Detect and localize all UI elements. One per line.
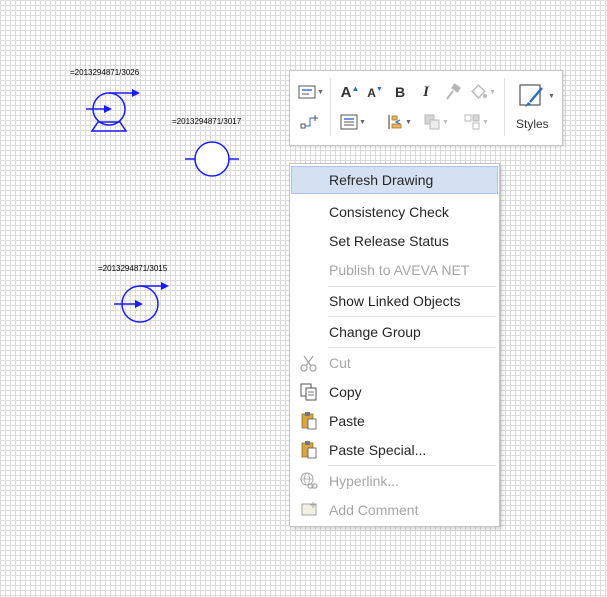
menu-item-set-release-status[interactable]: Set Release Status <box>291 227 498 255</box>
chevron-down-icon: ▼ <box>359 118 366 126</box>
chevron-down-icon: ▼ <box>405 118 412 126</box>
align-button[interactable]: ▼ <box>336 111 370 133</box>
format-painter-button[interactable] <box>442 81 464 103</box>
send-backward-button[interactable]: ▼ <box>458 111 494 133</box>
menu-item-cut[interactable]: Cut <box>291 349 498 377</box>
comment-icon <box>301 502 317 516</box>
valve-tag-label: =2013294871/3017 <box>172 117 242 126</box>
chevron-down-icon: ▼ <box>442 118 449 126</box>
chevron-down-icon: ▼ <box>489 88 496 96</box>
pump-symbol[interactable] <box>82 84 142 134</box>
text-box-button[interactable]: ▼ <box>296 81 326 103</box>
text-box-icon <box>298 85 316 99</box>
chevron-down-icon: ▼ <box>548 92 555 100</box>
menu-item-publish-aveva-net[interactable]: Publish to AVEVA NET <box>291 256 498 284</box>
menu-item-paste-special[interactable]: Paste Special... <box>291 436 498 464</box>
pump-tag-label: =2013294871/3026 <box>70 68 140 77</box>
mini-toolbar: ▼ A ▲ A ▼ B I ▼ ▼ ▼ ▼ ▼ ▼ Styles <box>289 70 563 146</box>
fan-symbol[interactable] <box>110 280 172 326</box>
paste-special-icon <box>301 441 317 459</box>
position-button[interactable]: ▼ <box>382 111 416 133</box>
chevron-down-icon: ▼ <box>482 118 489 126</box>
send-backward-icon <box>464 114 480 130</box>
bring-forward-button[interactable]: ▼ <box>420 111 452 133</box>
fan-tag-label: =2013294871/3015 <box>98 264 168 273</box>
styles-button[interactable]: ▼ <box>516 79 556 113</box>
valve-symbol[interactable] <box>183 140 243 178</box>
styles-label: Styles <box>516 117 549 131</box>
shape-fill-button[interactable]: ▼ <box>468 81 498 103</box>
connector-button[interactable] <box>296 111 322 133</box>
format-painter-icon <box>446 83 461 100</box>
grow-font-button[interactable]: A ▲ <box>338 81 362 103</box>
connector-icon <box>300 115 318 129</box>
paste-icon <box>301 412 317 430</box>
chevron-down-icon: ▼ <box>317 88 324 96</box>
menu-item-change-group[interactable]: Change Group <box>291 318 498 346</box>
italic-icon: I <box>423 83 429 100</box>
menu-item-consistency-check[interactable]: Consistency Check <box>291 198 498 226</box>
menu-item-hyperlink[interactable]: Hyperlink... <box>291 467 498 495</box>
bring-forward-icon <box>424 114 440 130</box>
shrink-font-button[interactable]: A ▼ <box>364 83 386 103</box>
copy-icon <box>300 383 317 401</box>
shrink-font-icon: A <box>367 86 376 100</box>
menu-item-refresh-drawing[interactable]: Refresh Drawing <box>291 166 498 194</box>
menu-item-add-comment[interactable]: Add Comment <box>291 496 498 524</box>
styles-icon <box>519 84 543 107</box>
bold-button[interactable]: B <box>390 81 410 103</box>
hyperlink-icon <box>300 472 318 489</box>
grow-font-icon: A <box>340 83 352 101</box>
align-icon <box>340 114 358 130</box>
context-menu: Refresh Drawing Consistency Check Set Re… <box>289 163 500 527</box>
menu-item-copy[interactable]: Copy <box>291 378 498 406</box>
shape-fill-icon <box>471 84 488 99</box>
scissors-icon <box>300 355 317 372</box>
italic-button[interactable]: I <box>416 81 436 103</box>
bold-icon: B <box>394 84 406 100</box>
menu-item-paste[interactable]: Paste <box>291 407 498 435</box>
menu-item-show-linked-objects[interactable]: Show Linked Objects <box>291 287 498 315</box>
position-icon <box>388 115 402 129</box>
